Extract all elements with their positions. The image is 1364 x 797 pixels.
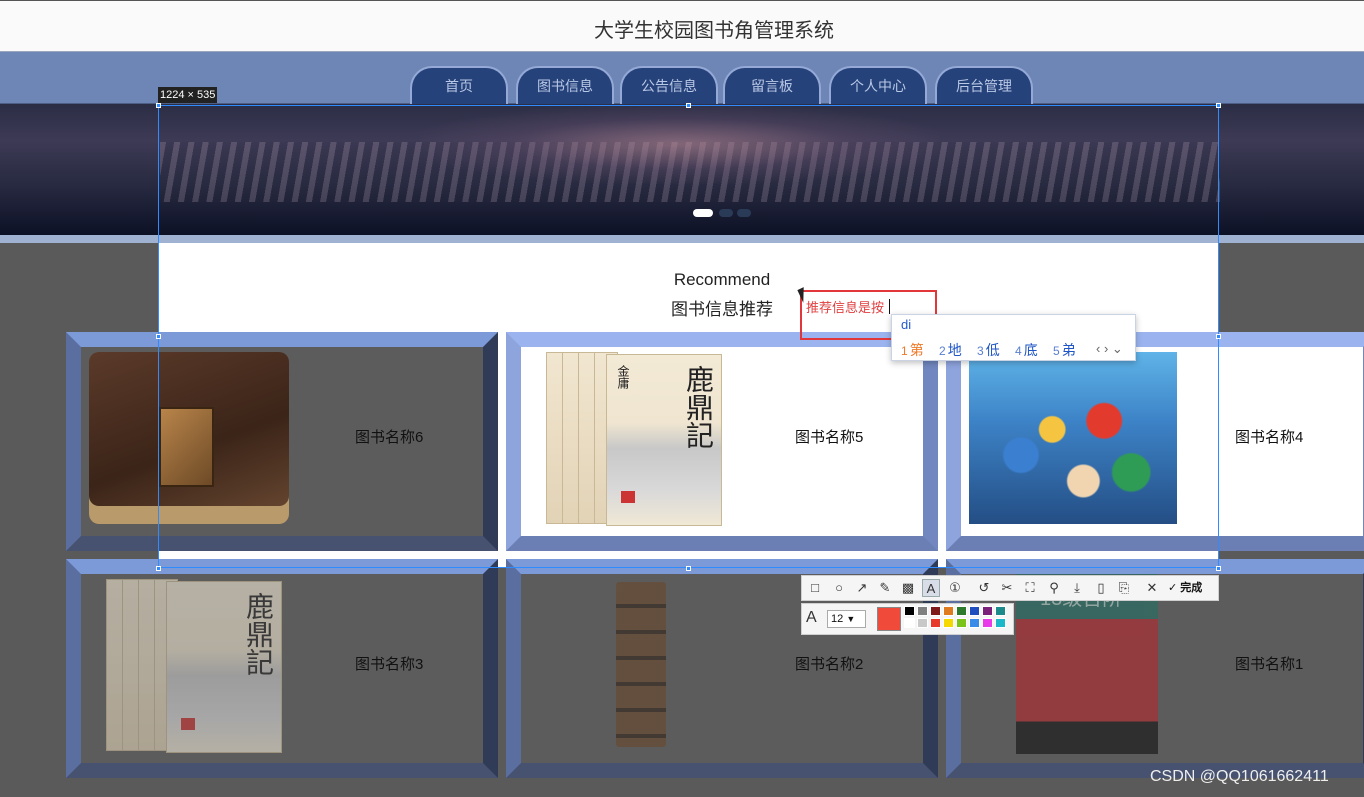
- color-swatch[interactable]: [995, 606, 1006, 616]
- undo-icon[interactable]: ↺: [975, 579, 993, 597]
- ime-candidate-4[interactable]: 4底: [1015, 340, 1038, 360]
- ellipse-icon[interactable]: ○: [830, 579, 848, 597]
- banner-divider: [0, 235, 1364, 243]
- book-name: 图书名称2: [795, 656, 864, 673]
- color-swatch[interactable]: [917, 606, 928, 616]
- ime-page-nav[interactable]: ‹ › ⌄: [1096, 341, 1123, 357]
- color-swatch[interactable]: [930, 618, 941, 628]
- check-icon: ✓: [1168, 582, 1178, 594]
- anime-poster-cover: [969, 352, 1177, 524]
- color-swatch[interactable]: [943, 606, 954, 616]
- ime-composition: di: [901, 317, 912, 332]
- scissors-icon[interactable]: ✂: [998, 579, 1016, 597]
- color-swatch[interactable]: [956, 618, 967, 628]
- tab-message-board[interactable]: 留言板: [723, 66, 821, 104]
- recommend-title-en: Recommend: [673, 270, 771, 289]
- recommend-title-cn: 图书信息推荐: [671, 300, 773, 319]
- resize-handle[interactable]: [1216, 334, 1221, 339]
- resize-handle[interactable]: [156, 566, 161, 571]
- chevron-down-icon: ▼: [846, 614, 856, 624]
- resize-handle[interactable]: [156, 103, 161, 108]
- tab-admin[interactable]: 后台管理: [935, 66, 1033, 104]
- tab-announcements[interactable]: 公告信息: [620, 66, 718, 104]
- pencil-icon[interactable]: ✎: [876, 579, 894, 597]
- arrow-icon[interactable]: ↗: [853, 579, 871, 597]
- color-palette: [904, 606, 1008, 630]
- carousel-dot[interactable]: [737, 209, 751, 217]
- resize-handle[interactable]: [156, 334, 161, 339]
- color-swatch[interactable]: [956, 606, 967, 616]
- ime-candidate-5[interactable]: 5弟: [1053, 340, 1076, 360]
- rectangle-icon[interactable]: □: [806, 579, 824, 597]
- tab-home[interactable]: 首页: [410, 66, 508, 104]
- pin-icon[interactable]: ⚲: [1045, 579, 1063, 597]
- ime-candidate-3[interactable]: 3低: [977, 340, 1000, 360]
- book-name: 图书名称1: [1235, 656, 1304, 673]
- book-name: 图书名称3: [355, 656, 424, 673]
- watermark: CSDN @QQ1061662411: [1150, 768, 1329, 785]
- carousel-dot-active[interactable]: [693, 209, 713, 217]
- banner-carousel: [0, 104, 1364, 235]
- book-name: 图书名称4: [1235, 429, 1304, 446]
- carousel-dot[interactable]: [719, 209, 733, 217]
- ocr-icon[interactable]: ⛶: [1021, 579, 1039, 597]
- text-icon[interactable]: A: [922, 579, 940, 597]
- book-card-6[interactable]: 图书名称6: [66, 332, 498, 551]
- color-swatch[interactable]: [969, 606, 980, 616]
- selection-size-label: 1224 × 535: [158, 87, 218, 103]
- mosaic-icon[interactable]: ▩: [899, 579, 917, 597]
- current-color-swatch[interactable]: [877, 607, 901, 631]
- book-name: 图书名称6: [355, 429, 424, 446]
- novel-cover: 13级台阶: [1016, 574, 1158, 754]
- color-swatch[interactable]: [904, 618, 915, 628]
- tower-bookshelf-cover: [616, 582, 666, 747]
- color-swatch[interactable]: [917, 618, 928, 628]
- color-swatch[interactable]: [904, 606, 915, 616]
- font-size-select[interactable]: 12 ▼: [827, 610, 866, 628]
- boxset-cover: 鹿鼎記: [106, 579, 286, 754]
- download-icon[interactable]: ⤓: [1068, 579, 1086, 597]
- resize-handle[interactable]: [686, 566, 691, 571]
- book-name: 图书名称5: [795, 429, 864, 446]
- done-button[interactable]: ✓ 完成: [1168, 579, 1202, 597]
- site-title: 大学生校园图书角管理系统: [594, 20, 834, 42]
- color-swatch[interactable]: [995, 618, 1006, 628]
- bookmark-icon[interactable]: ⎘: [1115, 579, 1133, 597]
- book-card-3[interactable]: 鹿鼎記 图书名称3: [66, 559, 498, 778]
- resize-handle[interactable]: [1216, 103, 1221, 108]
- ime-candidate-2[interactable]: 2地: [939, 340, 962, 360]
- text-annotation-value: 推荐信息是按: [806, 300, 885, 315]
- serial-number-icon[interactable]: ①: [946, 579, 964, 597]
- tab-book-info[interactable]: 图书信息: [516, 66, 614, 104]
- ime-candidate-1[interactable]: 1第: [901, 340, 924, 360]
- text-caret: [889, 299, 890, 314]
- boxset-cover: 鹿鼎記 金庸: [546, 352, 726, 527]
- color-swatch[interactable]: [930, 606, 941, 616]
- resize-handle[interactable]: [686, 103, 691, 108]
- resize-handle[interactable]: [1216, 566, 1221, 571]
- save-file-icon[interactable]: ▯: [1092, 579, 1110, 597]
- leather-book-cover: [89, 352, 289, 524]
- close-icon[interactable]: ✕: [1143, 579, 1161, 597]
- book-card-5[interactable]: 鹿鼎記 金庸 图书名称5: [506, 332, 938, 551]
- color-swatch[interactable]: [969, 618, 980, 628]
- tab-personal-center[interactable]: 个人中心: [829, 66, 927, 104]
- color-swatch[interactable]: [943, 618, 954, 628]
- font-icon: A: [806, 609, 817, 626]
- book-card-4[interactable]: 图书名称4: [946, 332, 1364, 551]
- color-swatch[interactable]: [982, 606, 993, 616]
- color-swatch[interactable]: [982, 618, 993, 628]
